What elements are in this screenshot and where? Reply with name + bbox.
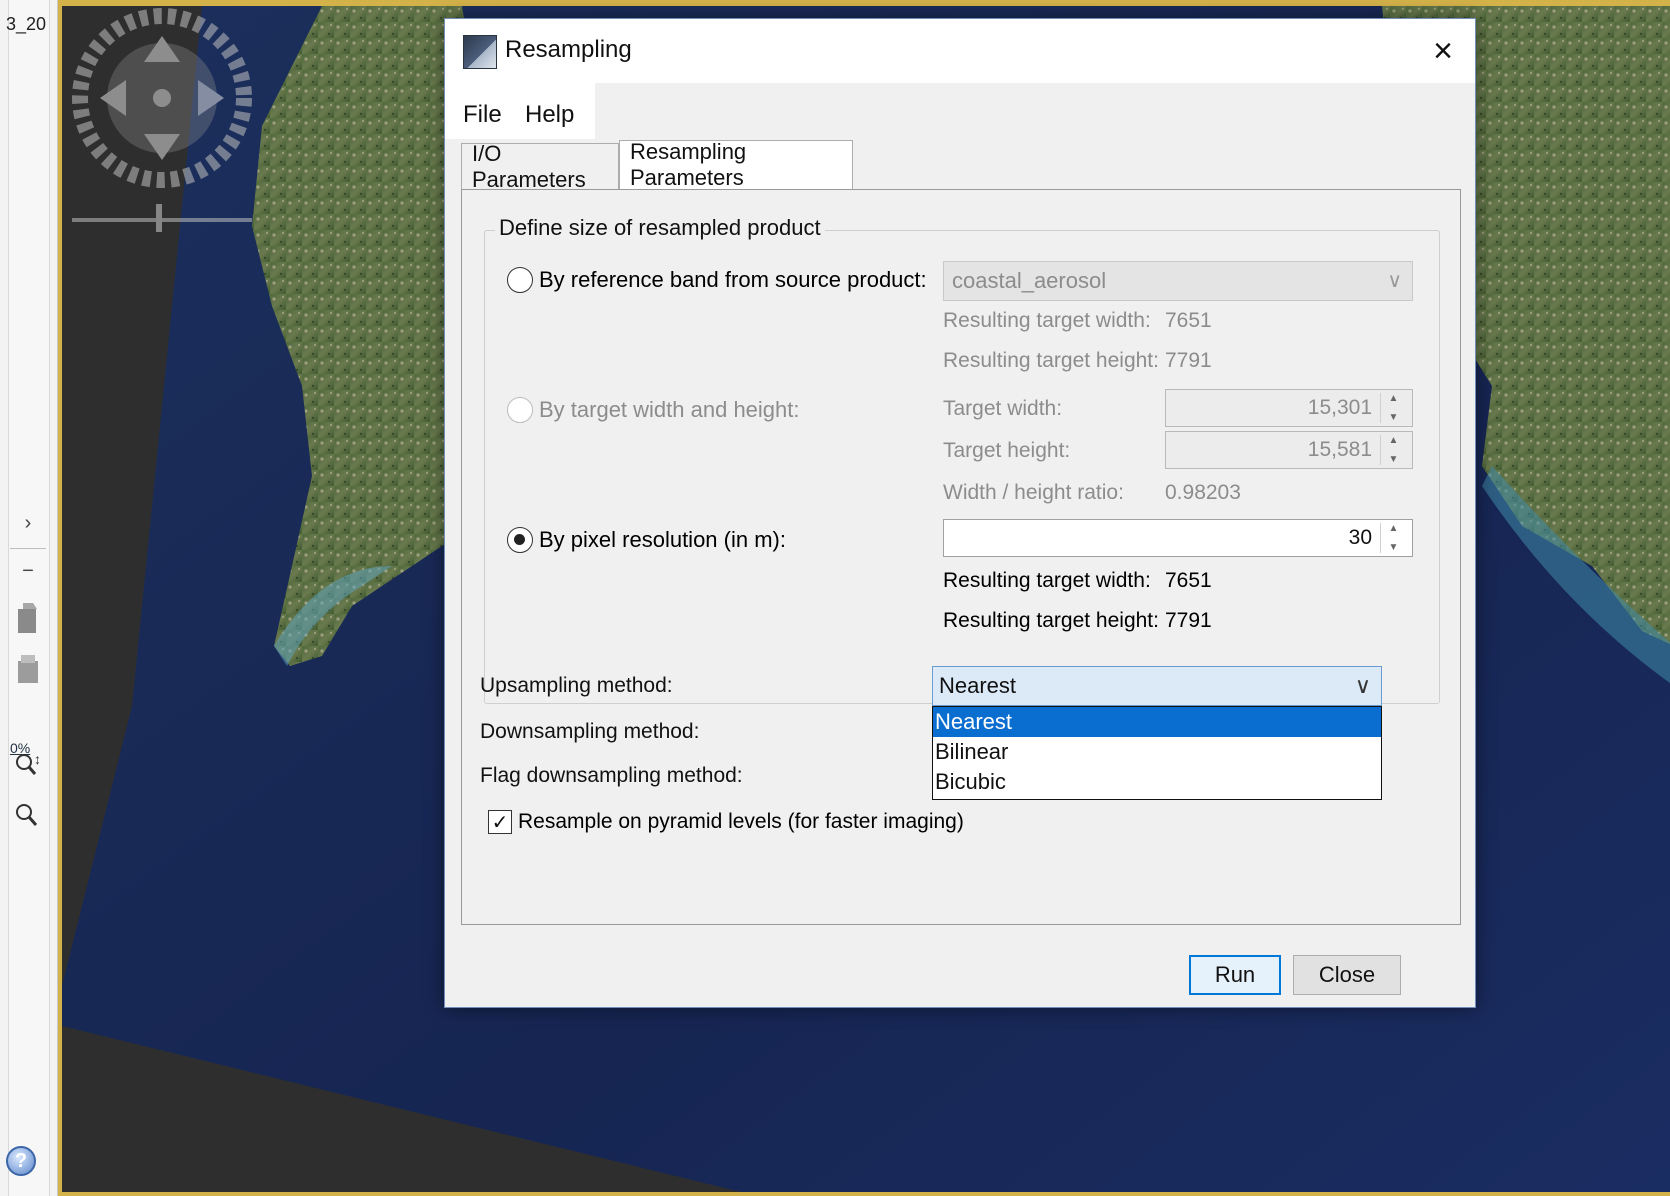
svg-text:↕: ↕ [34,751,41,767]
app-icon [463,35,497,69]
ref-width-label: Resulting target width: [943,309,1151,332]
zoom-vertical-icon[interactable]: ↕ [12,751,44,782]
chevron-down-icon[interactable]: ∨ [1355,673,1371,699]
menu-file[interactable]: File [463,101,502,129]
radio-by-pixel-resolution[interactable]: By pixel resolution (in m): [507,527,786,553]
left-toolbar-strip [8,0,50,1196]
toolbar-divider [10,548,46,549]
res-width-label: Resulting target width: [943,569,1151,592]
pyramid-levels-label: Resample on pyramid levels (for faster i… [518,810,964,833]
ref-height-value: 7791 [1165,349,1212,372]
radio-label: By reference band from source product: [539,267,927,292]
tab-panel: Define size of resampled product By refe… [461,189,1461,925]
menu-help[interactable]: Help [525,101,574,129]
close-button[interactable]: Close [1293,955,1401,995]
pyramid-levels-checkbox[interactable]: ✓ [488,810,512,834]
radio-button[interactable] [507,397,533,423]
view-tab-label[interactable]: 3_20 [6,14,46,35]
dropdown-option-bilinear[interactable]: Bilinear [933,737,1381,767]
size-group: Define size of resampled product By refe… [484,215,1440,704]
upsampling-label: Upsampling method: [480,674,673,697]
res-height-label: Resulting target height: [943,609,1159,632]
ref-height-label: Resulting target height: [943,349,1159,372]
upsampling-method-select[interactable]: Nearest ∨ [932,666,1382,706]
reference-band-combo: coastal_aerosol ∨ [943,261,1413,301]
collapse-icon[interactable]: − [12,556,44,586]
radio-by-target-size[interactable]: By target width and height: [507,397,800,423]
target-height-spinner: 15,581 ▲ ▼ [1165,431,1413,469]
radio-button[interactable] [507,267,533,293]
zoom-icon[interactable] [12,802,44,832]
target-height-value: 15,581 [1307,438,1372,461]
dialog-title: Resampling [505,36,632,63]
expand-icon[interactable]: › [12,508,44,538]
group-title: Define size of resampled product [495,215,825,241]
chevron-down-icon: ∨ [1387,270,1402,292]
radio-by-reference-band[interactable]: By reference band from source product: [507,267,927,293]
target-width-label: Target width: [943,397,1063,420]
navigation-icon[interactable] [62,6,262,236]
dropdown-option-nearest[interactable]: Nearest [933,707,1381,737]
pixel-resolution-spinner[interactable]: 30 ▲ ▼ [943,519,1413,557]
spinner-arrows-icon: ▲ ▼ [1380,435,1406,465]
tab-resampling-parameters[interactable]: Resampling Parameters [619,139,853,190]
res-height-value: 7791 [1165,609,1212,632]
target-height-label: Target height: [943,439,1071,462]
menu-bar: File Help [445,83,1475,139]
reference-band-value: coastal_aerosol [952,268,1107,293]
ratio-label: Width / height ratio: [943,481,1124,504]
close-icon[interactable]: × [1411,19,1475,83]
dropdown-option-bicubic[interactable]: Bicubic [933,767,1381,797]
downsampling-label: Downsampling method: [480,720,700,743]
target-width-value: 15,301 [1307,396,1372,419]
spinner-arrows-icon[interactable]: ▲ ▼ [1380,523,1406,553]
res-width-value: 7651 [1165,569,1212,592]
upsampling-dropdown-list: Nearest Bilinear Bicubic [932,706,1382,800]
radio-label: By target width and height: [539,397,800,422]
pyramid-levels-checkbox-row[interactable]: ✓ Resample on pyramid levels (for faster… [488,810,964,834]
spinner-arrows-icon: ▲ ▼ [1380,393,1406,423]
layer-icon[interactable] [12,603,44,634]
dialog-titlebar[interactable]: Resampling × [445,19,1475,83]
resampling-dialog: Resampling × File Help I/O Parameters Re… [444,18,1476,1008]
target-width-spinner: 15,301 ▲ ▼ [1165,389,1413,427]
ref-width-value: 7651 [1165,309,1212,332]
tab-io-parameters[interactable]: I/O Parameters [461,141,619,192]
help-icon[interactable]: ? [6,1146,36,1176]
upsampling-method-value[interactable]: Nearest [939,673,1016,699]
radio-label: By pixel resolution (in m): [539,527,786,552]
left-toolbar: 3_20 › − 0% ↕ ? [0,0,58,1196]
pixel-resolution-value[interactable]: 30 [1349,526,1372,550]
ratio-value: 0.98203 [1165,481,1241,504]
radio-button[interactable] [507,527,533,553]
layer-stack-icon[interactable] [12,654,44,684]
flag-downsampling-label: Flag downsampling method: [480,764,743,787]
run-button[interactable]: Run [1189,955,1281,995]
